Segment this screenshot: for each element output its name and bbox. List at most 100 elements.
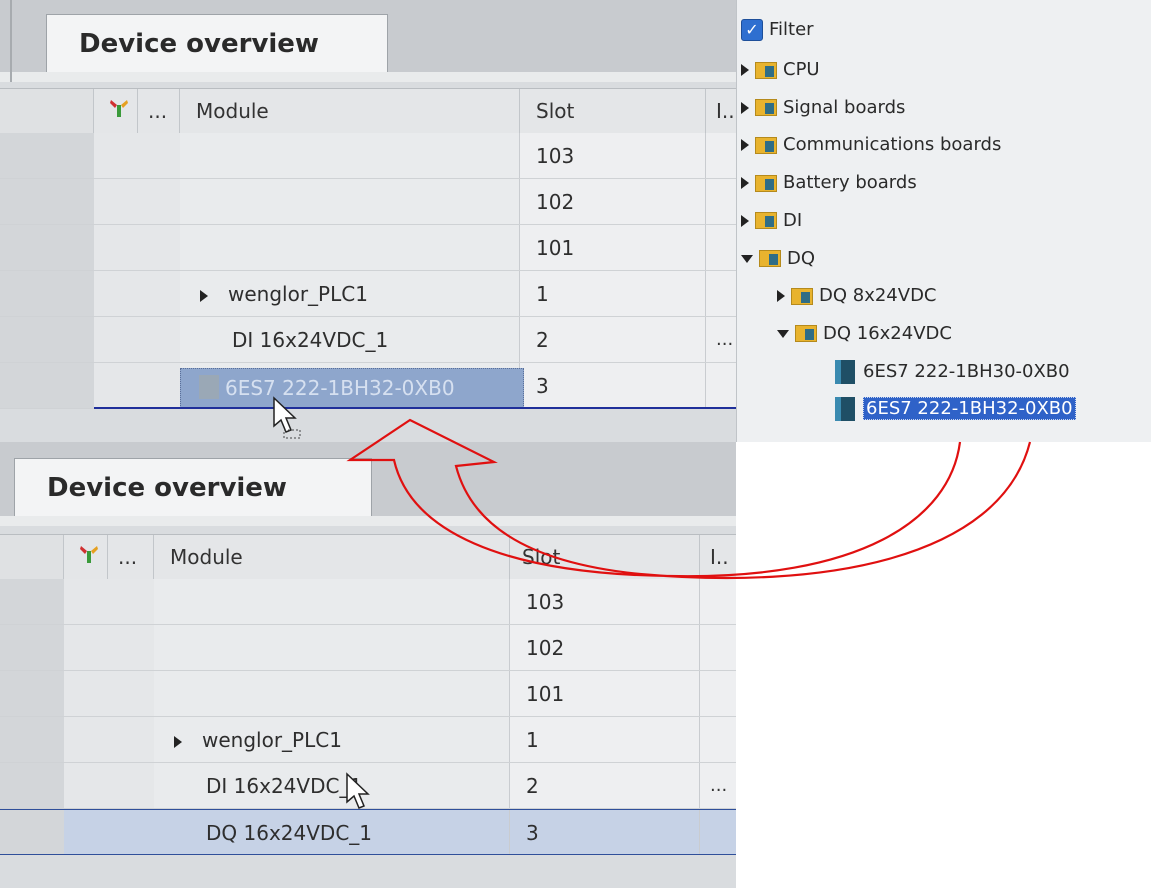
catalog-item[interactable]: DI: [741, 203, 802, 239]
catalog-item[interactable]: CPU: [741, 52, 820, 88]
expand-arrow-icon[interactable]: [741, 101, 749, 114]
io-cell[interactable]: [706, 133, 736, 178]
header-slot[interactable]: Slot: [520, 89, 706, 133]
folder-icon: [791, 287, 813, 305]
table-row[interactable]: wenglor_PLC1 1: [0, 717, 736, 763]
slot-cell[interactable]: 1: [510, 717, 700, 762]
table-row[interactable]: 101: [0, 225, 736, 271]
module-cell[interactable]: DQ 16x24VDC_1: [154, 810, 510, 854]
slot-cell[interactable]: 103: [520, 133, 706, 178]
header-slot[interactable]: Slot: [510, 535, 700, 579]
folder-icon: [755, 99, 777, 117]
slot-cell[interactable]: 3: [520, 363, 706, 408]
row-selector[interactable]: [0, 671, 65, 716]
slot-cell[interactable]: 2: [510, 763, 700, 808]
wrench-icon[interactable]: [64, 535, 108, 579]
module-cell[interactable]: [180, 225, 520, 270]
table-row[interactable]: 101: [0, 671, 736, 717]
io-cell[interactable]: [700, 810, 736, 854]
module-cell[interactable]: [154, 579, 510, 624]
expand-arrow-icon[interactable]: [741, 177, 749, 190]
io-cell[interactable]: [706, 363, 736, 408]
catalog-item[interactable]: Battery boards: [741, 165, 917, 201]
row-selector[interactable]: [0, 810, 65, 854]
io-cell[interactable]: [700, 717, 736, 762]
module-cell[interactable]: wenglor_PLC1: [154, 717, 510, 762]
slot-cell[interactable]: 102: [520, 179, 706, 224]
slot-cell[interactable]: 3: [510, 810, 700, 854]
header-io[interactable]: I..: [706, 89, 736, 133]
io-cell[interactable]: [700, 579, 736, 624]
mouse-cursor-icon: [346, 772, 370, 809]
table-row[interactable]: 102: [0, 625, 736, 671]
collapse-arrow-icon[interactable]: [777, 329, 789, 338]
expand-arrow-icon[interactable]: [174, 735, 182, 748]
slot-cell[interactable]: 101: [510, 671, 700, 716]
folder-icon: [755, 136, 777, 154]
row-selector[interactable]: [0, 317, 95, 362]
row-selector[interactable]: [0, 179, 95, 224]
catalog-item[interactable]: 6ES7 222-1BH32-0XB0: [835, 391, 1076, 427]
wrench-icon[interactable]: [94, 89, 138, 133]
module-cell[interactable]: wenglor_PLC1: [180, 271, 520, 316]
catalog-item[interactable]: Communications boards: [741, 127, 1001, 163]
catalog-item[interactable]: Signal boards: [741, 90, 905, 126]
row-selector[interactable]: [0, 133, 95, 178]
expand-arrow-icon[interactable]: [777, 290, 785, 303]
row-selector[interactable]: [0, 717, 65, 762]
module-cell[interactable]: [180, 179, 520, 224]
slot-value: 3: [526, 821, 539, 845]
module-cell[interactable]: [154, 625, 510, 670]
catalog-item-label: Communications boards: [783, 134, 1002, 156]
header-dots[interactable]: ...: [138, 89, 180, 133]
table-row[interactable]: DI 16x24VDC_1 2...: [0, 317, 736, 363]
module-cell[interactable]: DI 16x24VDC_1: [180, 317, 520, 362]
module-cell[interactable]: [154, 671, 510, 716]
module-cell[interactable]: DI 16x24VDC_1: [154, 763, 510, 808]
expand-arrow-icon[interactable]: [741, 139, 749, 152]
io-cell[interactable]: [700, 671, 736, 716]
io-cell[interactable]: [706, 179, 736, 224]
row-selector[interactable]: [0, 625, 65, 670]
io-cell[interactable]: [700, 625, 736, 670]
slot-cell[interactable]: 102: [510, 625, 700, 670]
expand-arrow-icon[interactable]: [741, 64, 749, 76]
filter-checkbox-row[interactable]: ✓ Filter: [741, 12, 814, 48]
table-row[interactable]: DQ 16x24VDC_1 3: [0, 809, 736, 855]
collapse-arrow-icon[interactable]: [741, 254, 753, 263]
slot-cell[interactable]: 103: [510, 579, 700, 624]
table-row[interactable]: 103: [0, 133, 736, 179]
header-io[interactable]: I..: [700, 535, 736, 579]
filter-checkbox[interactable]: ✓: [741, 19, 763, 41]
slot-cell[interactable]: 1: [520, 271, 706, 316]
catalog-item[interactable]: DQ 8x24VDC: [777, 278, 937, 314]
catalog-item[interactable]: 6ES7 222-1BH30-0XB0: [835, 354, 1070, 390]
io-cell[interactable]: ...: [700, 763, 736, 808]
expand-arrow-icon[interactable]: [200, 289, 208, 302]
tab-device-overview[interactable]: Device overview: [14, 458, 372, 516]
module-name: DI 16x24VDC_1: [232, 328, 389, 352]
row-selector[interactable]: [0, 579, 65, 624]
expand-arrow-icon[interactable]: [741, 214, 749, 227]
row-selector[interactable]: [0, 763, 65, 808]
table-row[interactable]: 103: [0, 579, 736, 625]
table-row[interactable]: 102: [0, 179, 736, 225]
io-cell[interactable]: [706, 225, 736, 270]
header-module[interactable]: Module: [154, 535, 510, 579]
slot-value: 102: [526, 636, 565, 660]
row-selector[interactable]: [0, 363, 95, 408]
drag-ghost-module[interactable]: 6ES7 222-1BH32-0XB0: [180, 368, 524, 408]
catalog-item[interactable]: DQ: [741, 241, 815, 277]
header-dots[interactable]: ...: [108, 535, 154, 579]
io-cell[interactable]: ...: [706, 317, 736, 362]
module-cell[interactable]: [180, 133, 520, 178]
slot-cell[interactable]: 2: [520, 317, 706, 362]
io-cell[interactable]: [706, 271, 736, 316]
tab-device-overview[interactable]: Device overview: [46, 14, 388, 72]
slot-cell[interactable]: 101: [520, 225, 706, 270]
row-selector[interactable]: [0, 225, 95, 270]
header-module[interactable]: Module: [180, 89, 520, 133]
catalog-item[interactable]: DQ 16x24VDC: [777, 316, 952, 352]
row-selector[interactable]: [0, 271, 95, 316]
table-row[interactable]: wenglor_PLC1 1: [0, 271, 736, 317]
